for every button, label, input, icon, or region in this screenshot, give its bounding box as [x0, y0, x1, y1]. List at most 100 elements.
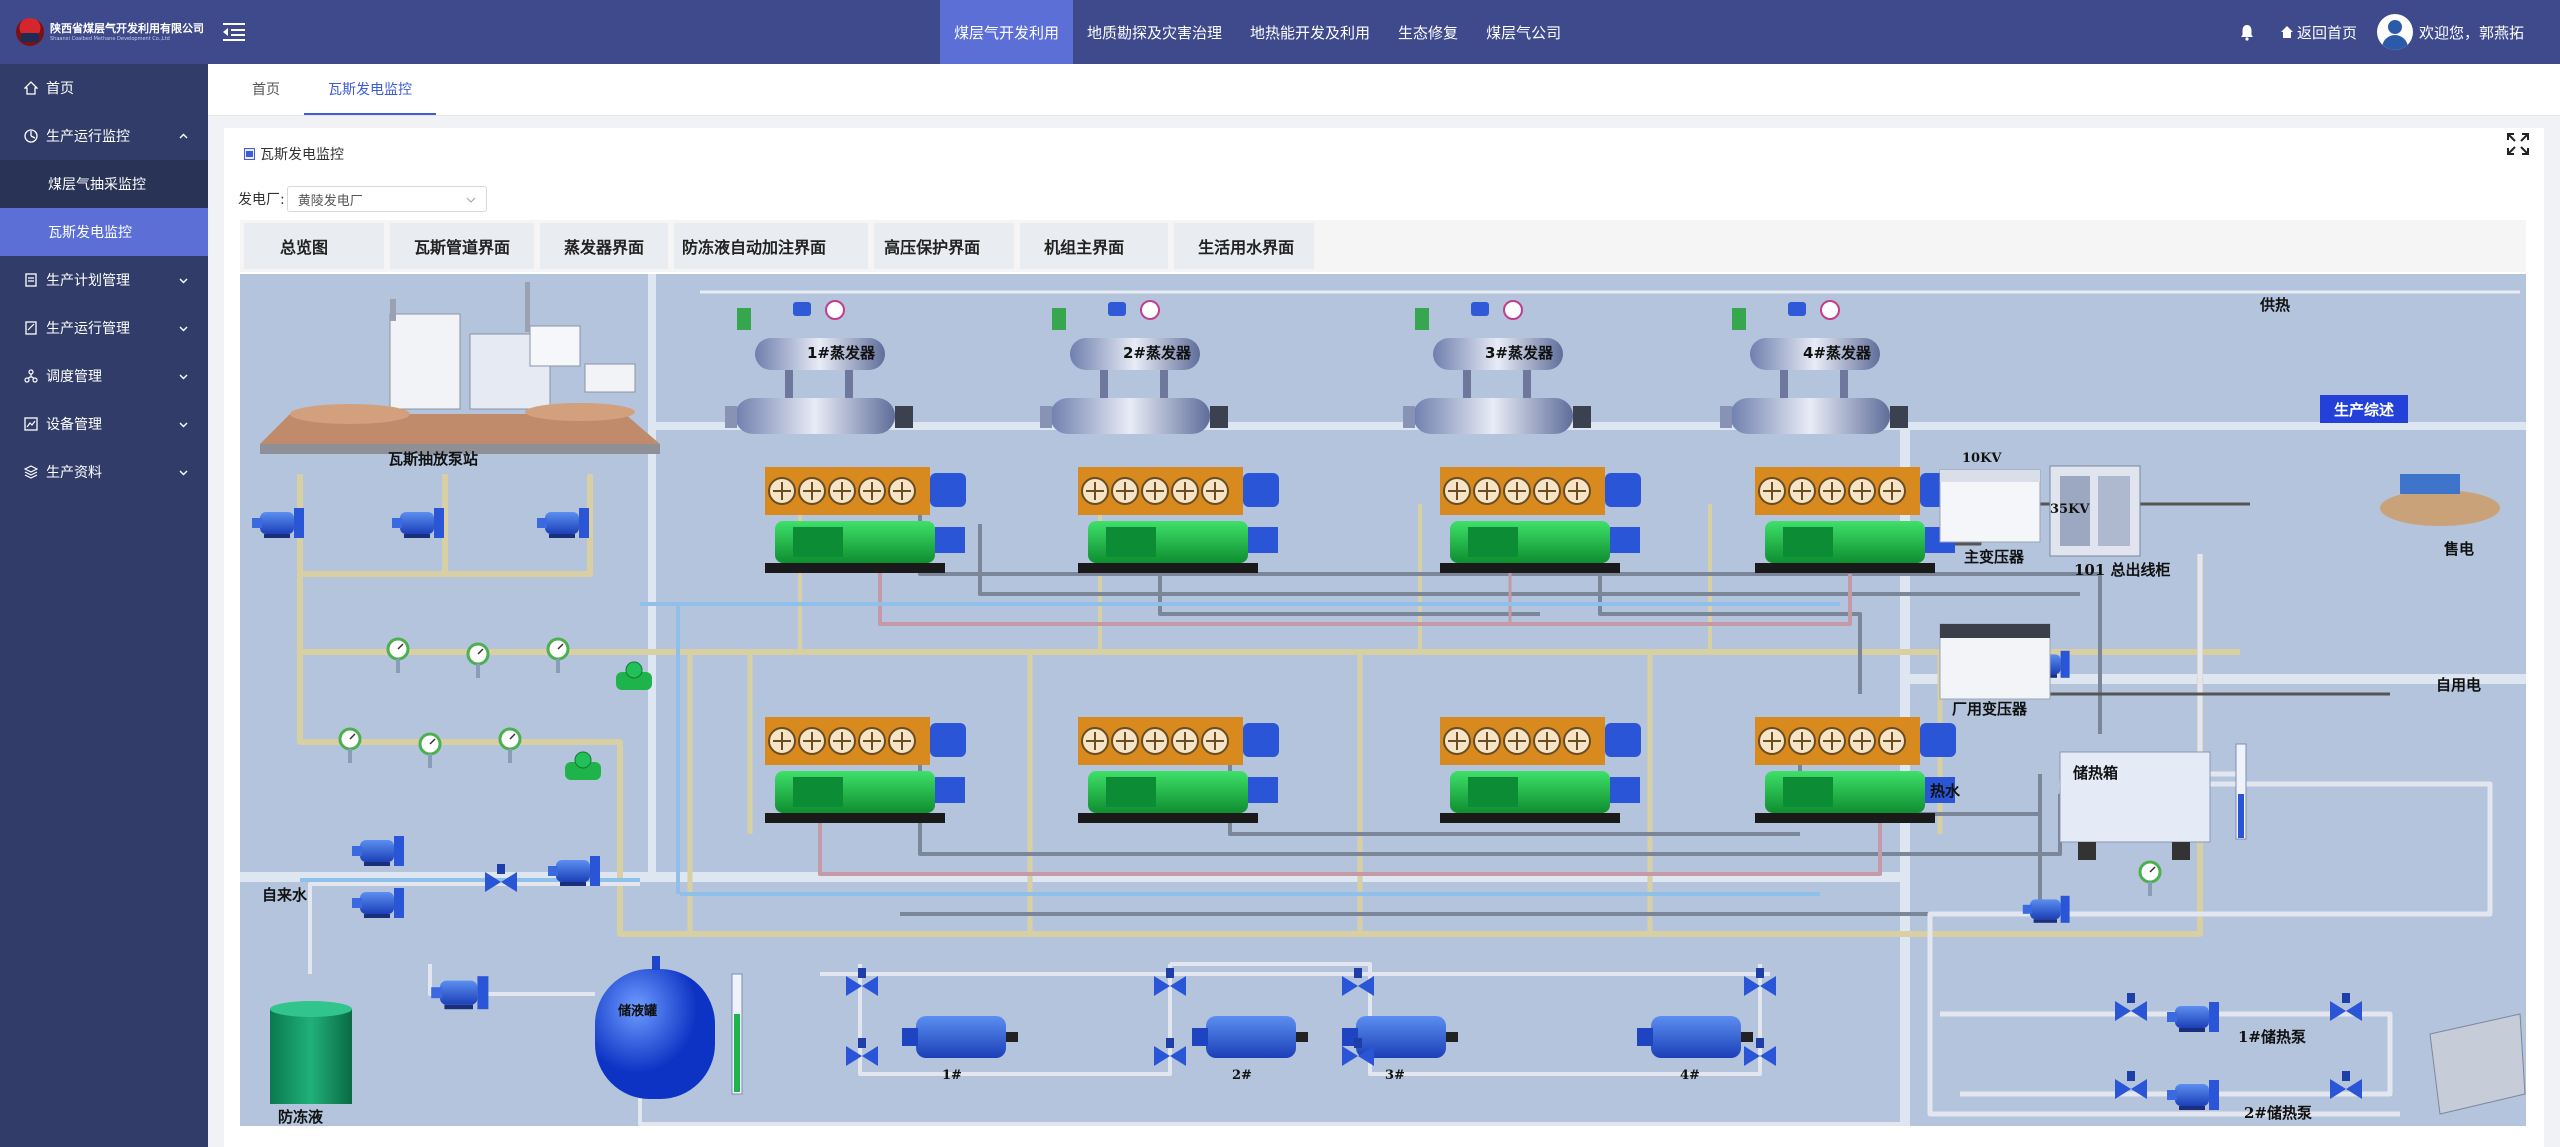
plant-select-value: 黄陵发电厂 — [297, 193, 363, 209]
sidebar-item-equipment[interactable]: 设备管理 — [0, 400, 208, 448]
sidebar-item-dispatch[interactable]: 调度管理 — [0, 352, 208, 400]
sidebar-subitem-gas-power[interactable]: 瓦斯发电监控 — [0, 208, 208, 256]
page-tabbar: 首页 瓦斯发电监控 — [208, 64, 2560, 116]
sidebar-item-operation[interactable]: 生产运行管理 — [0, 304, 208, 352]
pump-station-label: 瓦斯抽放泵站 — [388, 450, 479, 468]
monitor-icon — [24, 129, 38, 143]
antifreeze-label: 防冻液 — [278, 1108, 324, 1126]
subtab-bar: 总览图 瓦斯管道界面 蒸发器界面 防冻液自动加注界面 高压保护界面 机组主界面 … — [240, 220, 2526, 272]
voltage-35kv-label: 35KV — [2050, 502, 2090, 517]
sidebar-item-label: 生产资料 — [46, 465, 102, 481]
pump-1-label: 1# — [942, 1068, 962, 1083]
evaporator-2-label: 2#蒸发器 — [1123, 344, 1192, 362]
evaporator-3-label: 3#蒸发器 — [1485, 344, 1554, 362]
subtab-domestic-water[interactable]: 生活用水界面 — [1174, 223, 1315, 269]
voltage-10kv-label: 10KV — [1962, 451, 2002, 466]
menu-toggle-button[interactable] — [214, 12, 254, 52]
antifreeze-motor-4 — [1637, 1016, 1753, 1058]
menu-fold-icon — [223, 23, 245, 41]
top-nav-geology[interactable]: 地质勘探及灾害治理 — [1073, 0, 1236, 64]
hot-water-label: 热水 — [1930, 782, 1961, 800]
sidebar-item-materials[interactable]: 生产资料 — [0, 448, 208, 496]
document-icon — [244, 148, 255, 160]
tab-gas-power-monitor[interactable]: 瓦斯发电监控 — [304, 63, 436, 115]
production-summary-button[interactable]: 生产综述 — [2320, 395, 2408, 423]
evaporator-1-label: 1#蒸发器 — [807, 344, 876, 362]
sidebar: 首页 生产运行监控 煤层气抽采监控 瓦斯发电监控 生产计划管理 生产运行管理 调… — [0, 64, 208, 1147]
sidebar-item-label: 生产计划管理 — [46, 273, 130, 289]
subtab-evaporator[interactable]: 蒸发器界面 — [540, 223, 669, 269]
plan-icon — [25, 273, 37, 287]
tab-home[interactable]: 首页 — [208, 63, 304, 115]
pump-3-label: 3# — [1385, 1068, 1405, 1083]
sidebar-item-label: 生产运行管理 — [46, 321, 130, 337]
plant-select[interactable]: 黄陵发电厂 — [286, 186, 487, 212]
user-avatar[interactable] — [2376, 14, 2413, 50]
sidebar-item-production-monitor[interactable]: 生产运行监控 — [0, 112, 208, 160]
top-nav-geothermal[interactable]: 地热能开发及利用 — [1236, 0, 1384, 64]
operation-icon — [25, 321, 37, 335]
sidebar-item-home[interactable]: 首页 — [0, 64, 208, 112]
top-nav-company[interactable]: 煤层气公司 — [1472, 0, 1575, 64]
antifreeze-motor-1 — [902, 1016, 1018, 1058]
bell-icon[interactable] — [2238, 23, 2256, 41]
heat-pump-1-label: 1#储热泵 — [2238, 1028, 2307, 1046]
overview-diagram: 供热 生产综述 10KV 35KV 主变压器 101 总出线柜 售电 厂用变压器… — [240, 274, 2526, 1126]
subtab-unit-main[interactable]: 机组主界面 — [1020, 223, 1169, 269]
chevron-down-icon — [179, 470, 188, 476]
chevron-down-icon — [466, 197, 476, 203]
subtab-gas-pipeline[interactable]: 瓦斯管道界面 — [390, 223, 535, 269]
sell-power-label: 售电 — [2444, 540, 2475, 558]
pump-2-label: 2# — [1232, 1068, 1252, 1083]
monitor-panel: 瓦斯发电监控 发电厂: 黄陵发电厂 总览图 瓦斯管道界面 蒸发器界面 防冻液自动… — [224, 128, 2544, 1147]
sidebar-item-label: 调度管理 — [46, 369, 102, 385]
antifreeze-tank-green — [270, 1009, 352, 1104]
top-header: 陕西省煤层气开发利用有限公司 Shaanxi Coalbed Methane D… — [0, 0, 2560, 64]
sidebar-item-label: 设备管理 — [46, 417, 102, 433]
sidebar-item-plan[interactable]: 生产计划管理 — [0, 256, 208, 304]
fullscreen-icon[interactable] — [2506, 132, 2530, 156]
heat-tank-label: 储热箱 — [2073, 764, 2119, 782]
station-transformer-label: 厂用变压器 — [1952, 700, 2028, 718]
dispatch-icon — [24, 369, 38, 383]
company-logo-icon — [16, 18, 44, 46]
plant-label: 发电厂: — [238, 192, 285, 208]
company-name-en: Shaanxi Coalbed Methane Development Co.,… — [50, 35, 170, 42]
chevron-down-icon — [179, 278, 188, 284]
grid-terrain-icon — [2380, 490, 2500, 526]
antifreeze-motor-2 — [1192, 1016, 1308, 1058]
equipment-icon — [24, 417, 38, 431]
sidebar-item-label: 首页 — [46, 81, 74, 97]
self-use-power-label: 自用电 — [2436, 676, 2482, 694]
process-flow-svg — [240, 274, 2526, 1126]
app-root: 陕西省煤层气开发利用有限公司 Shaanxi Coalbed Methane D… — [0, 0, 2560, 1147]
welcome-text[interactable]: 欢迎您，郭燕拓 — [2419, 22, 2524, 43]
subtab-high-voltage[interactable]: 高压保护界面 — [874, 223, 1015, 269]
subtab-overview[interactable]: 总览图 — [244, 223, 385, 269]
top-nav-ecology[interactable]: 生态修复 — [1384, 0, 1472, 64]
home-icon — [24, 81, 38, 95]
antifreeze-tank-label: 储液罐 — [618, 1004, 658, 1019]
heat-supply-label: 供热 — [2260, 296, 2291, 314]
chevron-down-icon — [179, 422, 188, 428]
tap-water-label: 自来水 — [262, 886, 308, 904]
chevron-up-icon — [179, 133, 188, 139]
main-transformer-label: 主变压器 — [1964, 548, 2025, 566]
home-icon — [2280, 26, 2293, 38]
antifreeze-storage-tank — [595, 969, 715, 1099]
chevron-down-icon — [179, 326, 188, 332]
sidebar-item-label: 生产运行监控 — [46, 129, 130, 145]
sidebar-subitem-cbm-extraction[interactable]: 煤层气抽采监控 — [0, 160, 208, 208]
antifreeze-motor-3 — [1342, 1016, 1458, 1058]
material-icon — [24, 465, 38, 479]
return-home-label: 返回首页 — [2296, 23, 2357, 42]
panel-title: 瓦斯发电监控 — [244, 144, 344, 164]
subtab-antifreeze[interactable]: 防冻液自动加注界面 — [674, 223, 869, 269]
plant-filter: 发电厂: 黄陵发电厂 — [238, 186, 487, 212]
top-nav: 煤层气开发利用 地质勘探及灾害治理 地热能开发及利用 生态修复 煤层气公司 — [940, 0, 1575, 64]
company-logo[interactable]: 陕西省煤层气开发利用有限公司 Shaanxi Coalbed Methane D… — [0, 18, 210, 46]
pump-4-label: 4# — [1680, 1068, 1700, 1083]
top-nav-cbm[interactable]: 煤层气开发利用 — [940, 0, 1074, 64]
return-home-link[interactable]: 返回首页 — [2280, 22, 2357, 43]
evaporator-4-label: 4#蒸发器 — [1803, 344, 1872, 362]
